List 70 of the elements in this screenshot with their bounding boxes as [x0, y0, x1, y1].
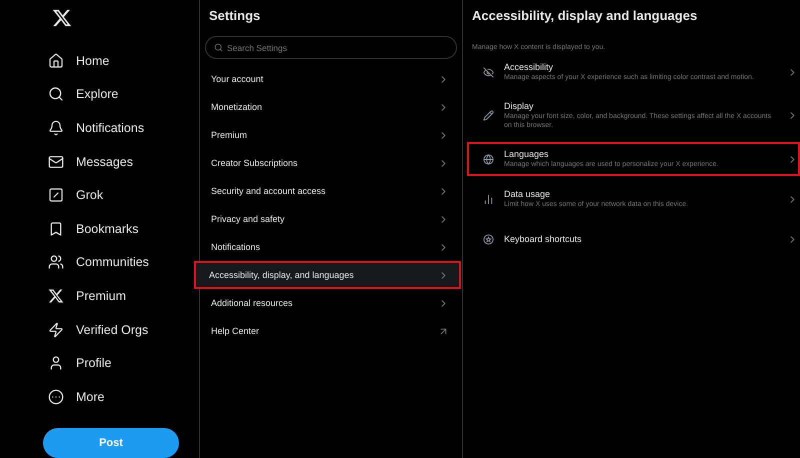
bookmark-icon [48, 220, 64, 237]
option-title: Data usage [504, 189, 552, 200]
envelope-icon [48, 154, 64, 170]
star-circle-icon [483, 234, 494, 245]
settings-item[interactable]: Creator Subscriptions [200, 149, 461, 177]
nav-item[interactable]: Communities [48, 246, 149, 280]
settings-item[interactable]: Help Center [200, 317, 461, 345]
settings-label: Security and account access [211, 186, 326, 196]
x-logo [52, 8, 72, 28]
nav-item[interactable]: Explore [48, 78, 118, 112]
nav-label: Home [76, 54, 110, 68]
settings-item[interactable]: Notifications [200, 233, 461, 261]
option-title: Accessibility [504, 62, 554, 72]
option-title: Languages [504, 149, 550, 160]
x-logo-icon [48, 288, 64, 304]
nav-label: Premium [76, 288, 126, 303]
nav-label: Explore [76, 87, 118, 102]
settings-label: Additional resources [211, 298, 293, 308]
nav-item[interactable]: Premium [48, 279, 126, 313]
nav-item[interactable]: Notifications [48, 111, 144, 145]
settings-label: Creator Subscriptions [211, 158, 298, 168]
nav-item[interactable]: Profile [48, 346, 112, 380]
nav-item[interactable]: Grok [48, 178, 104, 212]
nav-item[interactable]: Messages [48, 144, 133, 178]
lightning-icon [48, 322, 64, 338]
settings-label: Help Center [211, 326, 260, 336]
nav-item[interactable]: Home [48, 44, 110, 78]
settings-item[interactable]: Privacy and safety [200, 205, 461, 233]
nav-label: Verified Orgs [76, 322, 148, 337]
settings-title: Settings [208, 8, 262, 25]
search-icon [48, 86, 64, 102]
nav-item[interactable]: More [48, 380, 104, 414]
settings-item[interactable]: Additional resources [200, 289, 461, 317]
nav-label: Notifications [76, 120, 144, 135]
bar-chart-icon [483, 194, 494, 205]
external-link-icon [438, 326, 449, 336]
nav-label: Communities [76, 255, 149, 270]
option-title: Keyboard shortcuts [504, 234, 583, 244]
pencil-icon [483, 110, 494, 122]
settings-item[interactable]: Accessibility, display, and languages [194, 261, 461, 289]
slash-square-icon [48, 187, 64, 204]
home-icon [48, 52, 64, 69]
nav-label: Grok [76, 188, 104, 202]
bell-icon [48, 120, 64, 136]
settings-label: Notifications [211, 242, 260, 252]
globe-icon [483, 154, 494, 165]
people-icon [48, 254, 64, 270]
settings-item[interactable]: Monetization [200, 93, 461, 121]
option-title: Display [504, 101, 535, 111]
settings-item[interactable]: Premium [200, 121, 461, 149]
settings-option[interactable]: Keyboard shortcuts [467, 222, 800, 256]
settings-label: Your account [211, 74, 264, 84]
search-field[interactable]: Search Settings [205, 36, 457, 59]
nav-label: Messages [76, 154, 133, 169]
settings-label: Monetization [211, 102, 262, 112]
more-icon [48, 388, 64, 405]
settings-label: Premium [211, 130, 248, 140]
settings-item[interactable]: Security and account access [200, 177, 461, 205]
nav-item[interactable]: Bookmarks [48, 212, 139, 246]
person-icon [48, 355, 64, 372]
nav-label: Bookmarks [76, 222, 139, 236]
settings-label: Accessibility, display, and languages [209, 270, 354, 280]
eye-off-icon [483, 66, 494, 78]
page-title: Accessibility, display and languages [471, 8, 698, 25]
search-icon [214, 43, 223, 52]
nav-item[interactable]: Verified Orgs [48, 312, 148, 346]
nav-label: More [76, 390, 104, 404]
settings-label: Privacy and safety [211, 214, 285, 224]
nav-label: Profile [76, 356, 112, 370]
settings-item[interactable]: Your account [200, 65, 461, 93]
